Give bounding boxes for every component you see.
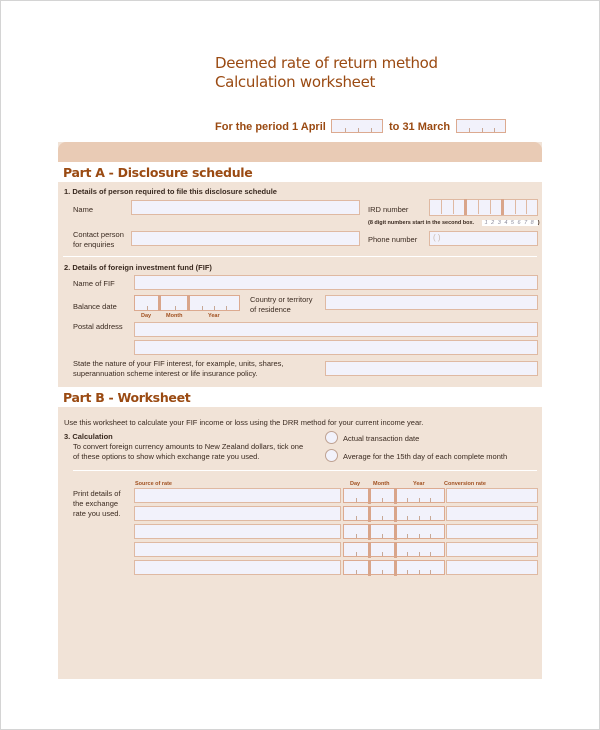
source-of-rate-input[interactable] bbox=[134, 560, 341, 575]
period-from-label: For the period 1 April bbox=[215, 121, 326, 133]
source-of-rate-input[interactable] bbox=[134, 488, 341, 503]
postal-address-label: Postal address bbox=[73, 322, 123, 331]
section-divider bbox=[73, 470, 537, 471]
balance-date-day-label: Day bbox=[141, 313, 152, 319]
section-3-desc-line-2: of these options to show which exchange … bbox=[73, 452, 260, 461]
name-of-fif-label: Name of FIF bbox=[73, 279, 115, 288]
section-3-desc-line-1: To convert foreign currency amounts to N… bbox=[73, 442, 304, 451]
rate-side-label: Print details of the exchange rate you u… bbox=[73, 489, 121, 519]
col-header-conversion-rate: Conversion rate bbox=[444, 481, 486, 487]
ird-note: (8 digit numbers start in the second box… bbox=[368, 220, 540, 226]
phone-placeholder: ( ) bbox=[433, 233, 441, 242]
radio-actual-transaction-date[interactable] bbox=[325, 431, 338, 444]
part-b-intro: Use this worksheet to calculate your FIF… bbox=[64, 418, 424, 427]
radio-average-15th-day[interactable] bbox=[325, 449, 338, 462]
part-b-title: Part B - Worksheet bbox=[63, 390, 191, 405]
ird-number-input[interactable] bbox=[429, 199, 538, 216]
section-3-heading: 3. Calculation bbox=[64, 432, 113, 441]
conversion-rate-input[interactable] bbox=[446, 506, 538, 521]
radio-label-average: Average for the 15th day of each complet… bbox=[343, 452, 508, 461]
contact-label-line-1: Contact person bbox=[73, 230, 124, 239]
name-input[interactable] bbox=[131, 200, 360, 215]
balance-date-label: Balance date bbox=[73, 302, 117, 311]
title-line-2: Calculation worksheet bbox=[215, 73, 376, 91]
period-to-label: to 31 March bbox=[389, 121, 451, 133]
part-a-title: Part A - Disclosure schedule bbox=[63, 165, 253, 180]
name-label: Name bbox=[73, 205, 94, 214]
period-from-year-input[interactable] bbox=[331, 119, 383, 133]
conversion-rate-input[interactable] bbox=[446, 560, 538, 575]
section-3-description: To convert foreign currency amounts to N… bbox=[73, 442, 303, 462]
fif-nature-line-2: superannuation scheme interest or life i… bbox=[73, 369, 258, 378]
rate-date-input[interactable] bbox=[343, 560, 445, 576]
country-label-line-2: of residence bbox=[250, 305, 291, 314]
rate-date-input[interactable] bbox=[343, 506, 445, 522]
rate-date-input[interactable] bbox=[343, 524, 445, 540]
col-header-year: Year bbox=[413, 481, 425, 487]
col-header-source: Source of rate bbox=[135, 481, 172, 487]
radio-label-actual: Actual transaction date bbox=[343, 434, 420, 443]
conversion-rate-input[interactable] bbox=[446, 524, 538, 539]
country-input[interactable] bbox=[325, 295, 538, 310]
rate-side-label-line-1: Print details of bbox=[73, 489, 121, 498]
ird-note-text: (8 digit numbers start in the second box… bbox=[368, 220, 475, 226]
title-line-1: Deemed rate of return method bbox=[215, 54, 438, 72]
country-label: Country or territory of residence bbox=[250, 295, 313, 315]
source-of-rate-input[interactable] bbox=[134, 506, 341, 521]
balance-date-month-label: Month bbox=[166, 313, 183, 319]
section-divider bbox=[63, 256, 537, 257]
section-1-heading: 1. Details of person required to file th… bbox=[64, 187, 277, 196]
ird-number-label: IRD number bbox=[368, 205, 409, 214]
period-to-year-input[interactable] bbox=[456, 119, 506, 133]
rate-side-label-line-3: rate you used. bbox=[73, 509, 121, 518]
col-header-month: Month bbox=[373, 481, 390, 487]
fif-nature-label: State the nature of your FIF interest, f… bbox=[73, 359, 284, 379]
name-of-fif-input[interactable] bbox=[134, 275, 538, 290]
fif-nature-input[interactable] bbox=[325, 361, 538, 376]
fif-nature-line-1: State the nature of your FIF interest, f… bbox=[73, 359, 284, 368]
rate-side-label-line-2: the exchange bbox=[73, 499, 119, 508]
panel-header-band bbox=[58, 142, 542, 162]
section-2-heading: 2. Details of foreign investment fund (F… bbox=[64, 263, 212, 272]
conversion-rate-input[interactable] bbox=[446, 542, 538, 557]
conversion-rate-input[interactable] bbox=[446, 488, 538, 503]
ird-note-close: ) bbox=[537, 220, 540, 226]
postal-address-line-2[interactable] bbox=[134, 340, 538, 355]
col-header-day: Day bbox=[350, 481, 361, 487]
phone-number-label: Phone number bbox=[368, 235, 418, 244]
phone-number-input[interactable]: ( ) bbox=[429, 231, 538, 246]
balance-date-input[interactable] bbox=[134, 295, 240, 311]
source-of-rate-input[interactable] bbox=[134, 542, 341, 557]
contact-label-line-2: for enquiries bbox=[73, 240, 115, 249]
rate-date-input[interactable] bbox=[343, 542, 445, 558]
document-page: { "header": { "title_line1": "Deemed rat… bbox=[0, 0, 600, 730]
contact-person-label: Contact person for enquiries bbox=[73, 230, 124, 250]
postal-address-line-1[interactable] bbox=[134, 322, 538, 337]
contact-person-input[interactable] bbox=[131, 231, 360, 246]
rate-date-input[interactable] bbox=[343, 488, 445, 504]
country-label-line-1: Country or territory bbox=[250, 295, 313, 304]
ird-note-example: 1 2 3 4 5 6 7 8 bbox=[481, 220, 538, 226]
source-of-rate-input[interactable] bbox=[134, 524, 341, 539]
document-title: Deemed rate of return method Calculation… bbox=[215, 54, 438, 92]
balance-date-year-label: Year bbox=[208, 313, 220, 319]
